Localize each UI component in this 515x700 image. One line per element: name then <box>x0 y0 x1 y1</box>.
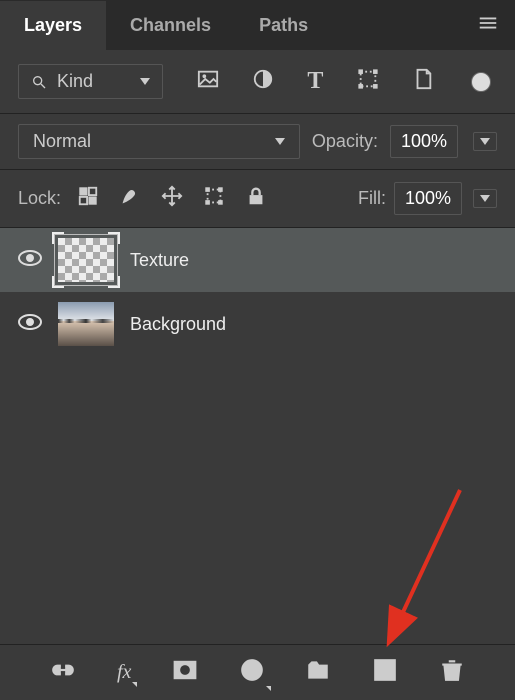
opacity-value-input[interactable]: 100% <box>390 125 458 158</box>
lock-row: Lock: Fill: 100% <box>0 169 515 227</box>
lock-icons-group <box>77 185 267 212</box>
layers-list: Texture Background <box>0 227 515 644</box>
blend-mode-value: Normal <box>33 131 91 152</box>
add-mask-icon[interactable] <box>172 657 198 688</box>
lock-artboard-icon[interactable] <box>203 185 225 212</box>
filter-smartobject-icon[interactable] <box>412 68 434 95</box>
filter-row: Kind T <box>0 50 515 113</box>
opacity-dropdown-button[interactable] <box>473 132 497 151</box>
layers-panel: Layers Channels Paths Kind T Normal <box>0 0 515 700</box>
chevron-down-icon <box>480 195 490 202</box>
tab-channels[interactable]: Channels <box>106 1 235 50</box>
link-layers-icon[interactable] <box>50 657 76 688</box>
panel-menu-icon[interactable] <box>477 12 499 39</box>
visibility-toggle-icon[interactable] <box>18 249 42 272</box>
lock-position-icon[interactable] <box>161 185 183 212</box>
blend-mode-dropdown[interactable]: Normal <box>18 124 300 159</box>
fill-label: Fill: <box>358 188 386 209</box>
layer-name[interactable]: Texture <box>130 250 189 271</box>
tab-paths[interactable]: Paths <box>235 1 332 50</box>
filter-kind-dropdown[interactable]: Kind <box>18 64 163 99</box>
delete-layer-icon[interactable] <box>439 657 465 688</box>
fill-dropdown-button[interactable] <box>473 189 497 208</box>
fill-value-input[interactable]: 100% <box>394 182 462 215</box>
layer-row[interactable]: Texture <box>0 228 515 292</box>
adjustment-layer-icon[interactable] <box>239 657 265 688</box>
bottom-toolbar: fx <box>0 644 515 700</box>
chevron-down-icon <box>275 138 285 145</box>
chevron-down-icon <box>140 78 150 85</box>
visibility-toggle-icon[interactable] <box>18 313 42 336</box>
new-group-icon[interactable] <box>305 657 331 688</box>
filter-shape-icon[interactable] <box>357 68 379 95</box>
lock-transparency-icon[interactable] <box>77 185 99 212</box>
lock-paint-icon[interactable] <box>119 185 141 212</box>
opacity-label: Opacity: <box>312 131 378 152</box>
layer-effects-icon[interactable]: fx <box>117 661 131 684</box>
filter-toggle-switch[interactable] <box>471 72 491 92</box>
filter-kind-label: Kind <box>57 71 93 92</box>
filter-adjustment-icon[interactable] <box>252 68 274 95</box>
tab-bar: Layers Channels Paths <box>0 0 515 50</box>
layer-thumbnail[interactable] <box>58 238 114 282</box>
chevron-down-icon <box>480 138 490 145</box>
chevron-down-icon <box>266 686 271 691</box>
layer-row[interactable]: Background <box>0 292 515 356</box>
search-icon <box>31 74 47 90</box>
chevron-down-icon <box>132 682 137 687</box>
filter-type-icon[interactable]: T <box>307 68 323 95</box>
tab-layers[interactable]: Layers <box>0 1 106 50</box>
new-layer-icon[interactable] <box>372 657 398 688</box>
blend-row: Normal Opacity: 100% <box>0 113 515 169</box>
lock-label: Lock: <box>18 188 61 209</box>
filter-pixel-icon[interactable] <box>197 68 219 95</box>
filter-icons-group: T <box>191 68 497 95</box>
layer-thumbnail[interactable] <box>58 302 114 346</box>
lock-all-icon[interactable] <box>245 185 267 212</box>
layer-name[interactable]: Background <box>130 314 226 335</box>
